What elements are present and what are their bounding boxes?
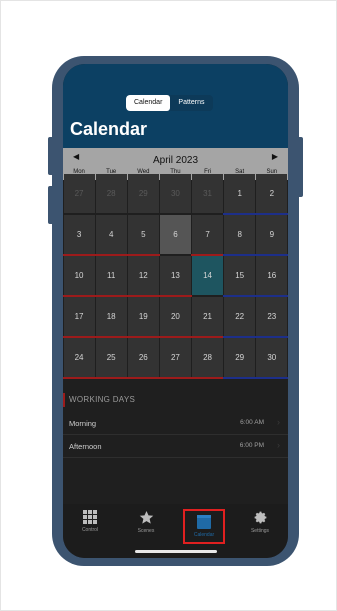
calendar-day[interactable]: 15 [223,256,257,297]
tab-settings[interactable]: Settings [240,510,280,542]
calendar-day[interactable]: 26 [126,338,161,379]
calendar-day[interactable]: 17 [63,297,96,338]
calendar-day[interactable]: 21 [190,297,225,338]
tab-label: Scenes [137,528,155,534]
calendar-day[interactable]: 1 [223,174,257,215]
calendar-day[interactable]: 13 [158,256,193,297]
section-marker [63,393,65,407]
calendar-day[interactable]: 29 [223,338,257,379]
tab-calendar[interactable]: Calendar [183,509,225,544]
chevron-right-icon: › [277,440,280,450]
working-day-row-afternoon[interactable]: Afternoon 6:00 PM › [63,435,288,458]
calendar-day[interactable]: 31 [192,174,224,213]
calendar-day[interactable]: 24 [63,338,96,379]
calendar-day-today[interactable]: 14 [192,256,224,295]
row-time: 6:00 AM [240,419,264,426]
calendar-day[interactable]: 18 [94,297,128,338]
calendar-week: 24 25 26 27 28 29 30 [63,338,288,379]
segment-calendar[interactable]: Calendar [126,95,171,111]
calendar-week: 3 4 5 6 7 8 9 [63,215,288,256]
calendar-day[interactable]: 27 [63,174,95,213]
calendar-day[interactable]: 9 [255,215,288,256]
calendar-day-selected[interactable]: 6 [159,215,191,254]
calendar-day[interactable]: 2 [255,174,288,215]
working-days-header: WORKING DAYS [63,389,288,411]
calendar-day[interactable]: 29 [127,174,159,213]
calendar-day[interactable]: 11 [94,256,128,297]
app-screen: Calendar Patterns Calendar ◀ April 2023 … [63,64,288,558]
calendar-day[interactable]: 4 [94,215,128,256]
calendar-week: 17 18 19 20 21 22 23 [63,297,288,338]
calendar-day[interactable]: 25 [94,338,128,379]
calendar-day[interactable]: 19 [126,297,161,338]
calendar-day[interactable]: 3 [63,215,96,256]
tab-scenes[interactable]: Scenes [126,510,166,542]
section-title: WORKING DAYS [69,395,136,404]
star-icon [139,510,153,524]
month-label: April 2023 [152,155,199,166]
row-time: 6:00 PM [239,442,264,449]
calendar-week: 27 28 29 30 31 1 2 [63,174,288,215]
calendar-day[interactable]: 7 [190,215,225,256]
calendar-day[interactable]: 27 [158,338,193,379]
page-title: Calendar [70,119,148,139]
tab-label: Settings [250,528,270,534]
tab-control[interactable]: Control [70,510,110,542]
header: Calendar Patterns Calendar [63,64,288,148]
calendar-icon [197,515,211,529]
calendar-week: 10 11 12 13 14 15 16 [63,256,288,297]
tab-label: Calendar [193,532,215,538]
calendar-day[interactable]: 20 [158,297,193,338]
calendar-day[interactable]: 16 [255,256,288,297]
calendar-day[interactable]: 28 [95,174,127,213]
working-day-row-morning[interactable]: Morning 6:00 AM › [63,412,288,435]
calendar-grid: 27 28 29 30 31 1 2 3 4 5 6 7 8 9 10 11 1… [63,174,288,379]
grid-icon [83,510,97,524]
volume-up-button [48,137,54,175]
gear-icon [254,511,266,524]
power-button [297,137,303,197]
row-label: Morning [69,419,97,428]
row-label: Afternoon [69,442,102,451]
tab-label: Control [81,527,99,533]
calendar-day[interactable]: 22 [223,297,257,338]
next-month-icon[interactable]: ▶ [272,152,278,161]
calendar-day[interactable]: 10 [63,256,96,297]
calendar-day[interactable]: 30 [159,174,191,213]
calendar-day[interactable]: 28 [190,338,225,379]
calendar-day[interactable]: 12 [126,256,161,297]
calendar-day[interactable]: 23 [255,297,288,338]
view-switcher: Calendar Patterns [126,95,213,111]
chevron-right-icon: › [277,417,280,427]
calendar-day[interactable]: 8 [223,215,257,256]
segment-patterns[interactable]: Patterns [170,95,212,111]
volume-down-button [48,186,54,224]
home-indicator [135,550,217,553]
calendar-day[interactable]: 5 [126,215,161,256]
calendar-day[interactable]: 30 [255,338,288,379]
